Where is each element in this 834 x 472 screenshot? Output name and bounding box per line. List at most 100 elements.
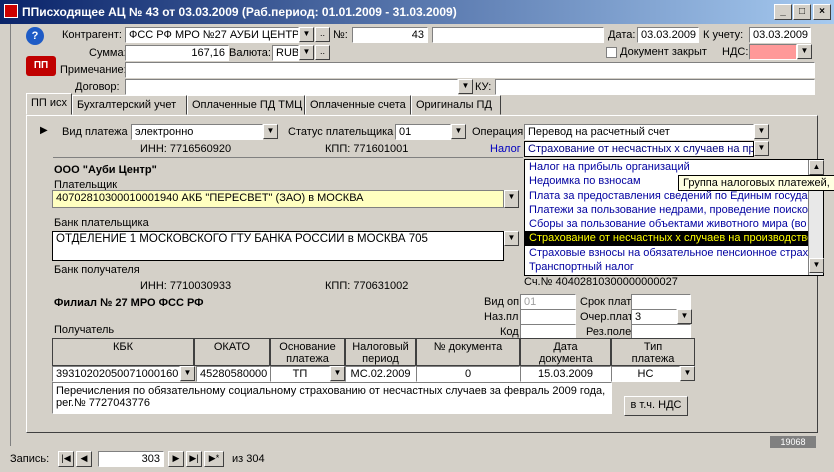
status-dropdown-icon[interactable]: ▼ <box>451 124 466 139</box>
date-field[interactable]: 03.03.2009 <box>637 27 699 43</box>
summa-field[interactable]: 167,16 <box>125 45 229 61</box>
okato-cell[interactable]: 45280580000 <box>196 366 270 382</box>
naz-pl-label: Наз.пл <box>484 311 519 323</box>
nalog-label: Налог <box>490 143 521 155</box>
nav-first-button[interactable]: |◀ <box>58 451 74 467</box>
srok-plat-label: Срок плат <box>580 296 632 308</box>
srok-plat-field[interactable] <box>631 294 691 310</box>
nalog-dropdown-icon[interactable]: ▼ <box>754 141 769 156</box>
data-doc-cell[interactable]: 15.03.2009 <box>520 366 611 382</box>
doc-closed-label: Документ закрыт <box>620 46 707 58</box>
kod-label: Код <box>500 326 519 338</box>
valuta-field[interactable]: RUB <box>272 45 299 61</box>
platelshik-dropdown-icon[interactable]: ▼ <box>504 190 519 208</box>
vt-nds-button[interactable]: в т.ч. НДС <box>624 396 688 416</box>
nds-label: НДС: <box>722 46 749 58</box>
operaciya-field[interactable]: Перевод на расчетный счет <box>524 124 754 140</box>
doc-closed-checkbox[interactable] <box>606 47 617 58</box>
app-icon <box>4 4 18 18</box>
bank-field[interactable]: ОТДЕЛЕНИЕ 1 МОСКОВСКОГО ГТУ БАНКА РОССИИ… <box>52 231 504 261</box>
status-field[interactable]: 01 <box>395 124 451 140</box>
tip-platezha-dropdown-icon[interactable]: ▼ <box>680 366 695 381</box>
nds-dropdown-icon[interactable]: ▼ <box>797 44 812 59</box>
kontragent-label: Контрагент: <box>62 29 122 41</box>
vid-platezha-field[interactable]: электронно <box>131 124 263 140</box>
primechanie-field[interactable] <box>125 62 815 78</box>
number-label: №: <box>333 29 348 41</box>
list-item-selected[interactable]: Страхование от несчастных х случаев на п… <box>525 231 823 246</box>
help-icon[interactable]: ? <box>26 27 44 45</box>
nav-new-button[interactable]: ▶* <box>204 451 224 467</box>
inn-receiver: ИНН: 7710030933 <box>140 280 232 292</box>
k-uchetu-field[interactable]: 03.03.2009 <box>749 27 811 43</box>
nav-prev-button[interactable]: ◀ <box>76 451 92 467</box>
col-header-nomer-doc: № документа <box>416 338 520 366</box>
naz-pl-field[interactable] <box>520 309 576 325</box>
osnovanie-dropdown-icon[interactable]: ▼ <box>330 366 345 381</box>
valuta-browse-button[interactable]: .. <box>315 45 330 60</box>
kpp-receiver: КПП: 770631002 <box>325 280 409 292</box>
bank-platelshika-label: Банк плательщика <box>54 217 149 229</box>
status-label: Статус плательщика <box>288 126 394 138</box>
close-button[interactable]: × <box>813 4 831 20</box>
nalog-field[interactable]: Страхование от несчастных х случаев на п… <box>524 141 754 157</box>
primechanie-label: Примечание: <box>60 64 127 76</box>
dogovor-field[interactable] <box>125 79 458 95</box>
vid-platezha-dropdown-icon[interactable]: ▼ <box>263 124 278 139</box>
tab-pp-isx[interactable]: ПП исх <box>26 93 72 115</box>
number-extra-field[interactable] <box>432 27 604 43</box>
valuta-dropdown-icon[interactable]: ▼ <box>299 45 314 60</box>
window-title: ППисходящее АЦ № 43 от 03.03.2009 (Раб.п… <box>22 5 457 19</box>
list-item[interactable]: Страховые взносы на обязательное пенсион… <box>525 246 823 260</box>
number-field[interactable]: 43 <box>352 27 428 43</box>
poluchatel-label: Получатель <box>54 324 115 336</box>
kbk-dropdown-icon[interactable]: ▼ <box>180 366 195 381</box>
col-header-nalog-period: Налоговый период <box>345 338 416 366</box>
nomer-doc-cell[interactable]: 0 <box>416 366 520 382</box>
tip-platezha-cell[interactable]: НС <box>611 366 680 382</box>
operaciya-dropdown-icon[interactable]: ▼ <box>754 124 769 139</box>
tab-buh-uchet[interactable]: Бухгалтерский учет <box>72 95 187 115</box>
kontragent-field[interactable]: ФСС РФ МРО №27 АУБИ ЦЕНТР 2, <box>125 27 299 43</box>
list-item[interactable]: Платежи за пользование недрами, проведен… <box>525 203 823 217</box>
org-name: ООО "Ауби Центр" <box>54 164 157 176</box>
filial-name: Филиал № 27 МРО ФСС РФ <box>54 297 204 309</box>
nav-last-button[interactable]: ▶| <box>186 451 202 467</box>
vid-op-field[interactable]: 01 <box>520 294 576 310</box>
inn-payer: ИНН: 7716560920 <box>140 143 232 155</box>
record-number-field[interactable]: 303 <box>98 451 164 467</box>
vid-platezha-label: Вид платежа <box>62 126 128 138</box>
tab-oplach-scheta[interactable]: Оплаченные счета <box>305 95 411 115</box>
kontragent-browse-button[interactable]: .. <box>315 27 330 42</box>
tab-originaly-pd[interactable]: Оригиналы ПД <box>411 95 501 115</box>
valuta-label: Валюта: <box>229 47 271 59</box>
dogovor-label: Договор: <box>75 81 120 93</box>
nds-field[interactable] <box>749 44 797 60</box>
col-header-data-doc: Дата документа <box>520 338 611 366</box>
scroll-up-icon[interactable]: ▲ <box>809 160 824 175</box>
list-item[interactable]: Налог на прибыль организаций <box>525 160 823 174</box>
purpose-field[interactable]: Перечисления по обязательному социальном… <box>52 382 612 414</box>
tab-oplach-pd-tmc[interactable]: Оплаченные ПД ТМЦ <box>187 95 305 115</box>
operaciya-label: Операция <box>472 126 524 138</box>
nalog-period-cell[interactable]: МС.02.2009 <box>345 366 416 382</box>
date-label: Дата: <box>608 29 636 41</box>
minimize-button[interactable]: _ <box>774 4 792 20</box>
ocher-plat-dropdown-icon[interactable]: ▼ <box>677 309 692 324</box>
scroll-down-icon[interactable]: ▼ <box>809 258 824 273</box>
k-uchetu-label: К учету: <box>703 29 744 41</box>
dogovor-dropdown-icon[interactable]: ▼ <box>458 79 473 94</box>
osnovanie-cell[interactable]: ТП <box>270 366 330 382</box>
list-item[interactable]: Транспортный налог <box>525 260 823 274</box>
kontragent-dropdown-icon[interactable]: ▼ <box>299 27 314 42</box>
platelshik-field[interactable]: 40702810300010001940 АКБ "ПЕРЕСВЕТ" (ЗАО… <box>52 190 504 208</box>
kbk-cell[interactable]: 39310202050071000160 <box>52 366 180 382</box>
ocher-plat-field[interactable]: 3 <box>631 309 677 325</box>
nav-next-button[interactable]: ▶ <box>168 451 184 467</box>
list-item[interactable]: Сборы за пользование объектами животного… <box>525 217 823 231</box>
divider <box>53 157 523 158</box>
ku-field[interactable] <box>495 79 815 95</box>
bank-dropdown-icon[interactable]: ▼ <box>504 231 519 246</box>
col-header-osnovanie: Основание платежа <box>270 338 345 366</box>
maximize-button[interactable]: □ <box>793 4 811 20</box>
